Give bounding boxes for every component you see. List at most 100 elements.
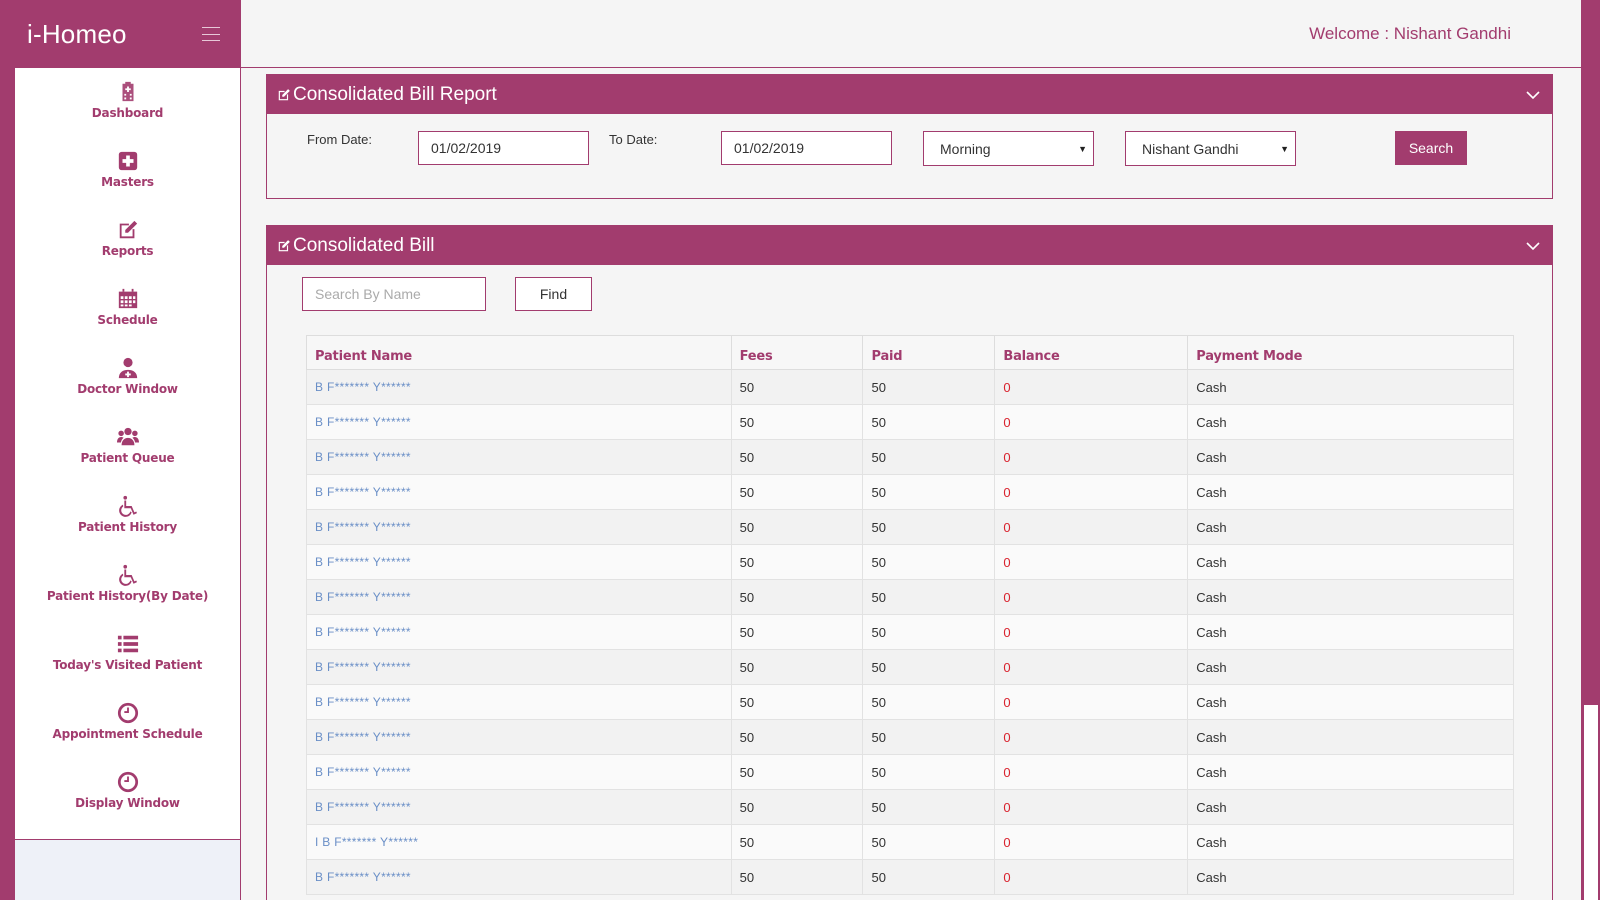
sidebar-item-label: Patient Queue — [80, 451, 175, 465]
patient-name-link[interactable]: B F******* Y****** — [306, 474, 732, 510]
sidebar-item-appointment-schedule[interactable]: Appointment Schedule — [15, 689, 240, 758]
from-date-label: From Date: — [307, 132, 373, 147]
patient-name-link[interactable]: B F******* Y****** — [306, 859, 732, 895]
sidebar-item-dashboard[interactable]: Dashboard — [15, 68, 240, 137]
table-row: B F******* Y****** 50 50 0 Cash — [306, 754, 1514, 790]
fees-cell: 50 — [730, 649, 864, 685]
balance-cell: 0 — [994, 404, 1189, 440]
table-row: B F******* Y****** 50 50 0 Cash — [306, 369, 1514, 405]
sidebar-item-patient-history[interactable]: Patient History — [15, 482, 240, 551]
sidebar-item-label: Masters — [101, 175, 154, 189]
search-button[interactable]: Search — [1395, 131, 1467, 165]
balance-cell: 0 — [994, 719, 1189, 755]
fees-cell: 50 — [730, 439, 864, 475]
paid-cell: 50 — [862, 579, 996, 615]
chevron-down-icon[interactable] — [1526, 88, 1540, 102]
column-header[interactable]: Fees — [730, 335, 864, 370]
balance-cell: 0 — [994, 789, 1189, 825]
chevron-down-icon[interactable] — [1526, 239, 1540, 253]
paid-cell: 50 — [862, 544, 996, 580]
bill-panel-header: Consolidated Bill — [267, 226, 1552, 265]
patient-name-link[interactable]: B F******* Y****** — [306, 649, 732, 685]
balance-cell: 0 — [994, 544, 1189, 580]
sidebar-item-patient-history-by-date[interactable]: Patient History(By Date) — [15, 551, 240, 620]
payment-mode-cell: Cash — [1187, 509, 1514, 545]
sidebar-item-label: Patient History(By Date) — [46, 589, 209, 603]
payment-mode-cell: Cash — [1187, 824, 1514, 860]
table-row: B F******* Y****** 50 50 0 Cash — [306, 439, 1514, 475]
to-date-input[interactable] — [721, 131, 892, 165]
paid-cell: 50 — [862, 614, 996, 650]
sidebar-item-reports[interactable]: Reports — [15, 206, 240, 275]
table-row: B F******* Y****** 50 50 0 Cash — [306, 614, 1514, 650]
shift-select-value: Morning — [940, 140, 991, 157]
top-bar: Welcome : Nishant Gandhi — [241, 0, 1581, 68]
welcome-text: Welcome : Nishant Gandhi — [1309, 24, 1511, 43]
doctor-select[interactable]: Nishant Gandhi ▼ — [1125, 131, 1296, 166]
fees-cell: 50 — [730, 404, 864, 440]
patient-name-link[interactable]: B F******* Y****** — [306, 754, 732, 790]
patient-name-link[interactable]: B F******* Y****** — [306, 509, 732, 545]
patient-name-link[interactable]: B F******* Y****** — [306, 614, 732, 650]
bill-table-wrapper: Patient Name Fees Paid Balance Payment M… — [306, 335, 1514, 895]
patient-name-link[interactable]: B F******* Y****** — [306, 369, 732, 405]
column-header[interactable]: Payment Mode — [1187, 335, 1514, 370]
patient-name-link[interactable]: B F******* Y****** — [306, 789, 732, 825]
bill-table-body: B F******* Y****** 50 50 0 Cash B F******* Y*… — [306, 369, 1514, 895]
paid-cell: 50 — [862, 684, 996, 720]
balance-cell: 0 — [994, 614, 1189, 650]
report-panel-header: Consolidated Bill Report — [267, 75, 1552, 114]
from-date-input[interactable] — [418, 131, 589, 165]
find-button[interactable]: Find — [515, 277, 592, 311]
fees-cell: 50 — [730, 719, 864, 755]
paid-cell: 50 — [862, 369, 996, 405]
sidebar-item-doctor-window[interactable]: Doctor Window — [15, 344, 240, 413]
bill-table: Patient Name Fees Paid Balance Payment M… — [306, 335, 1514, 895]
sidebar-footer-space — [15, 840, 240, 900]
column-header[interactable]: Balance — [994, 335, 1189, 370]
balance-cell: 0 — [994, 579, 1189, 615]
sidebar-item-schedule[interactable]: Schedule — [15, 275, 240, 344]
fees-cell: 50 — [730, 824, 864, 860]
sidebar-item-display-window[interactable]: Display Window — [15, 758, 240, 827]
fees-cell: 50 — [730, 754, 864, 790]
payment-mode-cell: Cash — [1187, 369, 1514, 405]
patient-name-link[interactable]: B F******* Y****** — [306, 719, 732, 755]
fees-cell: 50 — [730, 859, 864, 895]
table-row: B F******* Y****** 50 50 0 Cash — [306, 684, 1514, 720]
sidebar-item-masters[interactable]: Masters — [15, 137, 240, 206]
patient-name-link[interactable]: B F******* Y****** — [306, 579, 732, 615]
caret-down-icon: ▼ — [1280, 144, 1289, 154]
column-header[interactable]: Paid — [862, 335, 996, 370]
wheelchair-icon — [118, 564, 137, 586]
balance-cell: 0 — [994, 684, 1189, 720]
balance-cell: 0 — [994, 369, 1189, 405]
scrollbar-thumb[interactable] — [1584, 705, 1598, 900]
table-header-row: Patient Name Fees Paid Balance Payment M… — [306, 335, 1514, 370]
patient-name-link[interactable]: I B F******* Y****** — [306, 824, 732, 860]
table-row: B F******* Y****** 50 50 0 Cash — [306, 474, 1514, 510]
column-header[interactable]: Patient Name — [306, 335, 732, 370]
patient-name-link[interactable]: B F******* Y****** — [306, 439, 732, 475]
name-search-row: Find — [267, 265, 1552, 335]
table-row: B F******* Y****** 50 50 0 Cash — [306, 579, 1514, 615]
sidebar-item-todays-visited-patient[interactable]: Today's Visited Patient — [15, 620, 240, 689]
panel-title: Consolidated Bill Report — [293, 83, 497, 105]
patient-name-link[interactable]: B F******* Y****** — [306, 684, 732, 720]
sidebar-item-patient-queue[interactable]: Patient Queue — [15, 413, 240, 482]
payment-mode-cell: Cash — [1187, 614, 1514, 650]
paid-cell: 50 — [862, 824, 996, 860]
payment-mode-cell: Cash — [1187, 719, 1514, 755]
wheelchair-icon — [118, 495, 137, 517]
paid-cell: 50 — [862, 859, 996, 895]
patient-name-link[interactable]: B F******* Y****** — [306, 404, 732, 440]
edit-icon — [278, 239, 290, 251]
table-row: B F******* Y****** 50 50 0 Cash — [306, 789, 1514, 825]
search-by-name-input[interactable] — [302, 277, 486, 311]
sidebar-item-label: Today's Visited Patient — [52, 658, 203, 672]
menu-toggle-icon[interactable] — [202, 27, 220, 41]
shift-select[interactable]: Morning ▼ — [923, 131, 1094, 166]
sidebar-item-label: Display Window — [75, 796, 180, 810]
patient-name-link[interactable]: B F******* Y****** — [306, 544, 732, 580]
brand-bar: i-Homeo — [15, 0, 240, 68]
